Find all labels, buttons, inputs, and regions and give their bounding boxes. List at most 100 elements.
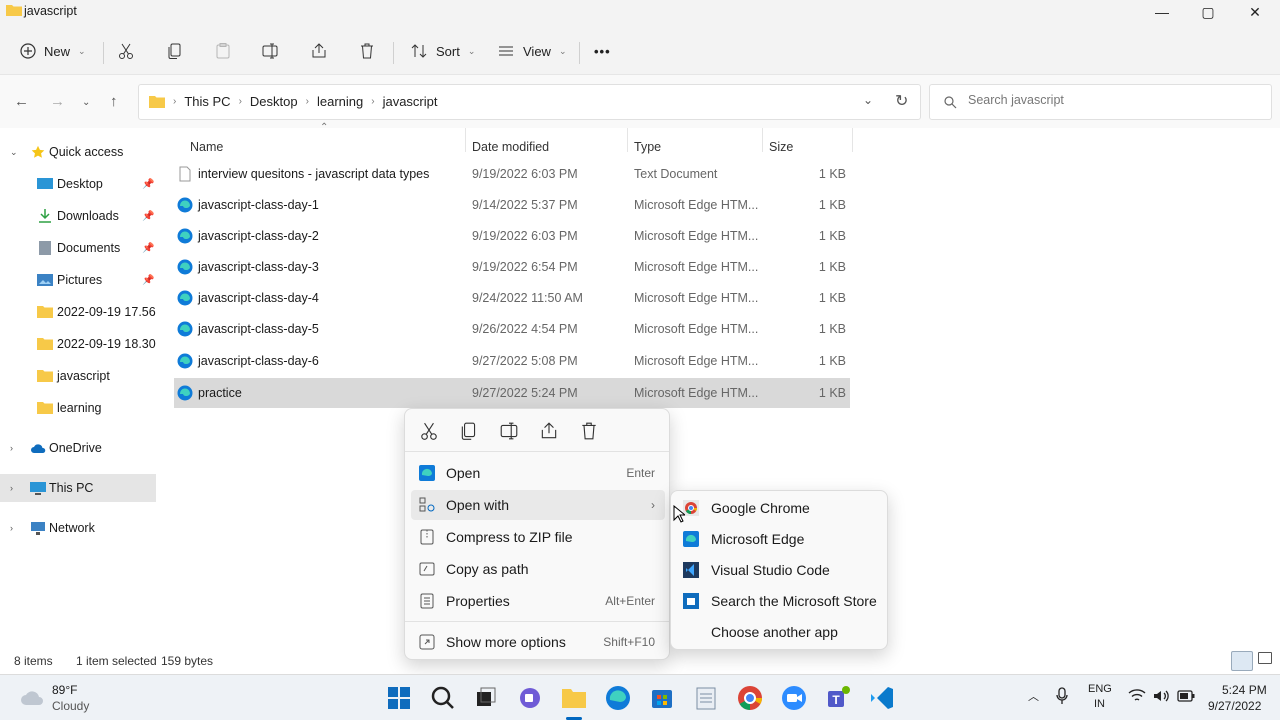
copy-icon[interactable] [457, 421, 481, 441]
breadcrumb-learning[interactable]: learning [317, 94, 363, 109]
breadcrumb-desktop[interactable]: Desktop [250, 94, 298, 109]
rename-button[interactable] [261, 38, 279, 64]
volume-icon[interactable] [1152, 688, 1170, 704]
recent-chevron-icon[interactable]: ⌄ [82, 97, 90, 108]
menu-item-properties[interactable]: Properties Alt+Enter [411, 586, 665, 616]
sidebar-item-this-pc[interactable]: › This PC [0, 474, 156, 502]
breadcrumb-javascript[interactable]: javascript [383, 94, 438, 109]
forward-arrow-icon[interactable]: → [50, 93, 65, 110]
column-divider[interactable] [465, 128, 466, 152]
language-code[interactable]: ENG [1088, 683, 1112, 695]
submenu-item-store[interactable]: Search the Microsoft Store [675, 586, 885, 616]
microphone-icon[interactable] [1056, 687, 1068, 705]
start-icon[interactable] [385, 684, 413, 712]
clock-time[interactable]: 5:24 PM [1222, 683, 1267, 697]
task-view-icon[interactable] [472, 684, 500, 712]
share-button[interactable] [310, 38, 328, 64]
chat-icon[interactable] [516, 684, 544, 712]
sidebar-item-pictures[interactable]: Pictures 📌 [0, 266, 156, 294]
sidebar-item-documents[interactable]: Documents 📌 [0, 234, 156, 262]
details-view-icon[interactable] [1231, 651, 1253, 671]
expand-chevron-icon[interactable]: ⌄ [10, 147, 18, 158]
file-row[interactable]: javascript-class-day-5 9/26/2022 4:54 PM… [174, 314, 850, 344]
column-header-size[interactable]: Size [769, 140, 793, 154]
sidebar-item-desktop[interactable]: Desktop 📌 [0, 170, 156, 198]
store-icon[interactable] [648, 684, 676, 712]
vscode-icon[interactable] [868, 684, 896, 712]
copy-button[interactable] [166, 38, 184, 64]
address-dropdown-icon[interactable]: ⌄ [863, 93, 873, 107]
up-arrow-icon[interactable]: ↑ [110, 93, 118, 110]
region-code[interactable]: IN [1094, 698, 1105, 710]
address-bar[interactable]: › This PC › Desktop › learning › javascr… [138, 84, 921, 120]
chrome-icon[interactable] [736, 684, 764, 712]
tray-overflow-icon[interactable]: ︿ [1028, 688, 1039, 704]
column-divider[interactable] [762, 128, 763, 152]
sidebar-item-learning[interactable]: learning [0, 394, 156, 422]
file-row[interactable]: javascript-class-day-3 9/19/2022 6:54 PM… [174, 252, 850, 282]
menu-item-show-more[interactable]: Show more options Shift+F10 [411, 627, 665, 657]
teams-icon[interactable]: T [824, 684, 852, 712]
breadcrumb-this-pc[interactable]: This PC [184, 94, 230, 109]
zoom-icon[interactable] [780, 684, 808, 712]
expand-chevron-icon[interactable]: › [10, 523, 13, 533]
trash-icon[interactable] [577, 421, 601, 441]
submenu-item-edge[interactable]: Microsoft Edge [675, 524, 885, 554]
more-options-button[interactable]: ••• [594, 38, 611, 64]
file-row[interactable]: interview quesitons - javascript data ty… [174, 159, 850, 189]
view-button[interactable]: View ⌄ [497, 38, 567, 64]
delete-button[interactable] [358, 38, 376, 64]
menu-item-open[interactable]: Open Enter [411, 458, 665, 488]
file-explorer-icon[interactable] [560, 684, 588, 712]
expand-chevron-icon[interactable]: › [10, 443, 13, 453]
submenu-item-chrome[interactable]: Google Chrome [675, 493, 885, 523]
file-row[interactable]: javascript-class-day-4 9/24/2022 11:50 A… [174, 283, 850, 313]
notepad-icon[interactable] [692, 684, 720, 712]
sidebar-item-javascript[interactable]: javascript [0, 362, 156, 390]
sidebar-item-folder-1756[interactable]: 2022-09-19 17.56. [0, 298, 156, 326]
battery-icon[interactable] [1177, 690, 1195, 702]
close-button[interactable]: ✕ [1232, 4, 1278, 26]
column-header-type[interactable]: Type [634, 140, 661, 154]
search-input[interactable] [968, 93, 1258, 107]
edge-icon[interactable] [604, 684, 632, 712]
minimize-button[interactable]: — [1139, 4, 1185, 26]
cut-button[interactable] [117, 38, 135, 64]
rename-icon[interactable] [497, 421, 521, 441]
cloud-icon [21, 691, 43, 705]
maximize-button[interactable]: ▢ [1185, 4, 1231, 26]
column-header-date[interactable]: Date modified [472, 140, 549, 154]
sidebar-item-downloads[interactable]: Downloads 📌 [0, 202, 156, 230]
search-box[interactable] [929, 84, 1272, 120]
file-row[interactable]: javascript-class-day-2 9/19/2022 6:03 PM… [174, 221, 850, 251]
file-row-selected[interactable]: practice 9/27/2022 5:24 PM Microsoft Edg… [174, 378, 850, 408]
sidebar-item-quick-access[interactable]: ⌄ Quick access [0, 138, 156, 166]
clock-date[interactable]: 9/27/2022 [1208, 699, 1261, 713]
menu-item-copy-path[interactable]: Copy as path [411, 554, 665, 584]
search-icon[interactable] [429, 684, 457, 712]
scissors-icon[interactable] [417, 421, 441, 441]
menu-item-open-with[interactable]: Open with › [411, 490, 665, 520]
submenu-item-choose-app[interactable]: Choose another app [675, 617, 885, 647]
sidebar-item-folder-1830[interactable]: 2022-09-19 18.30. [0, 330, 156, 358]
back-arrow-icon[interactable]: ← [14, 93, 29, 110]
wifi-icon[interactable] [1128, 688, 1146, 704]
file-name: practice [198, 386, 242, 400]
file-row[interactable]: javascript-class-day-6 9/27/2022 5:08 PM… [174, 346, 850, 376]
expand-chevron-icon[interactable]: › [10, 483, 13, 493]
new-button[interactable]: New ⌄ [20, 38, 86, 64]
file-row[interactable]: javascript-class-day-1 9/14/2022 5:37 PM… [174, 190, 850, 220]
tiles-view-icon[interactable] [1258, 652, 1272, 664]
submenu-item-vscode[interactable]: Visual Studio Code [675, 555, 885, 585]
column-header-name[interactable]: Name [190, 140, 223, 154]
column-divider[interactable] [852, 128, 853, 152]
paste-button[interactable] [214, 38, 232, 64]
sidebar-item-network[interactable]: › Network [0, 514, 156, 542]
sidebar-item-onedrive[interactable]: › OneDrive [0, 434, 156, 462]
breadcrumb-separator-icon: › [238, 96, 242, 107]
sort-button[interactable]: Sort ⌄ [410, 38, 475, 64]
menu-item-compress[interactable]: Compress to ZIP file [411, 522, 665, 552]
share-icon[interactable] [537, 421, 561, 441]
column-divider[interactable] [627, 128, 628, 152]
refresh-icon[interactable]: ↻ [895, 91, 908, 111]
